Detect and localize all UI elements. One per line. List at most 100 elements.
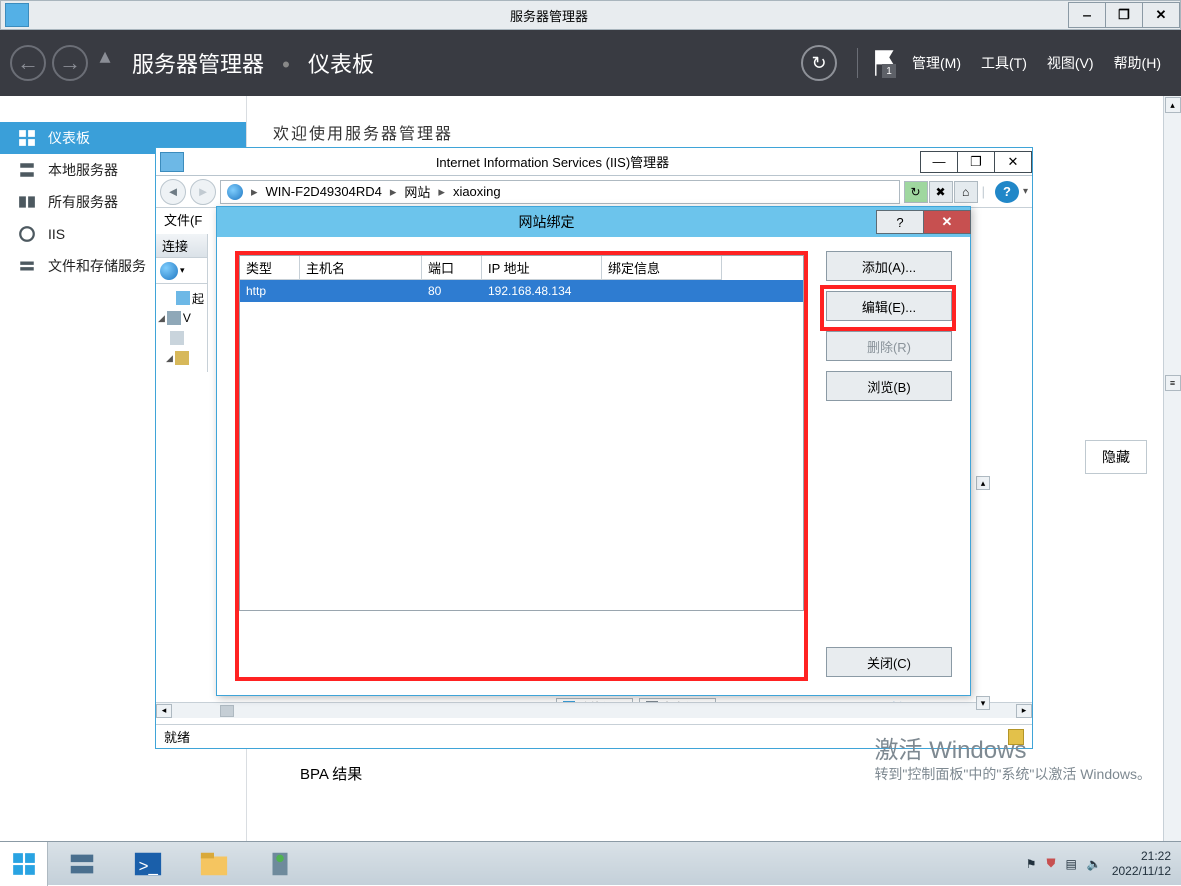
scroll-down-icon[interactable]: ▾ [976,696,990,710]
notifications-flag-icon[interactable]: 1 [868,46,902,80]
refresh-icon[interactable]: ↻ [904,181,928,203]
app-pools-icon [170,331,184,345]
start-button[interactable] [0,842,48,886]
cell-port: 80 [422,280,482,302]
connections-panel-title: 连接 [156,234,207,258]
tray-volume-icon[interactable]: 🔈 [1087,857,1102,871]
nav-back-button[interactable]: ← [10,45,46,81]
taskbar-explorer-icon[interactable] [182,844,246,884]
menu-manage[interactable]: 管理(M) [912,53,961,73]
cell-host [300,280,422,302]
tray-shield-icon[interactable]: ⛊ [1047,856,1056,871]
path-segment[interactable]: xiaoxing [453,184,501,199]
remove-button[interactable]: 删除(R) [826,331,952,361]
separator [857,48,858,78]
menu-tools[interactable]: 工具(T) [981,53,1027,73]
clock-time: 21:22 [1112,849,1171,863]
dialog-help-button[interactable]: ? [876,210,924,234]
taskbar: >_ ⚑ ⛊ ▤ 🔈 21:22 2022/11/12 [0,841,1181,885]
sidebar-item-label: 文件和存储服务 [48,256,146,276]
iis-back-button[interactable]: ◄ [160,179,186,205]
tree-node[interactable]: 起 [192,290,204,307]
taskbar-server-manager-icon[interactable] [50,844,114,884]
collapse-icon[interactable]: ◢ [166,353,173,364]
taskbar-iis-icon[interactable] [248,844,312,884]
scroll-up-icon[interactable]: ▴ [976,476,990,490]
col-ip[interactable]: IP 地址 [482,256,602,280]
breadcrumb-separator: • [282,52,290,77]
taskbar-powershell-icon[interactable]: >_ [116,844,180,884]
separator: | [982,184,985,199]
breadcrumb-page: 仪表板 [308,52,374,77]
sidebar-item-label: 所有服务器 [48,192,118,212]
scroll-right-icon[interactable]: ▸ [1016,704,1032,718]
iis-close-button[interactable]: ✕ [994,151,1032,173]
cell-type: http [240,280,300,302]
activate-title: 激活 Windows [874,730,1151,765]
tray-flag-icon[interactable]: ⚑ [1026,857,1037,871]
window-minimize-button[interactable]: — [1068,2,1106,28]
bindings-table[interactable]: 类型 主机名 端口 IP 地址 绑定信息 http 80 192.168.48.… [239,255,804,611]
path-segment[interactable]: 网站 [404,182,430,201]
dashboard-icon [18,129,36,147]
site-bindings-dialog: 网站绑定 ? ✕ 类型 主机名 端口 IP 地址 绑定信息 http 80 19… [216,206,971,696]
edit-button[interactable]: 编辑(E)... [826,291,952,321]
iis-forward-button[interactable]: ► [190,179,216,205]
refresh-icon[interactable]: ↻ [801,45,837,81]
activate-subtitle: 转到"控制面板"中的"系统"以激活 Windows。 [874,765,1151,785]
iis-minimize-button[interactable]: — [920,151,958,173]
scroll-left-icon[interactable]: ◂ [156,704,172,718]
sidebar-item-label: 仪表板 [48,128,90,148]
window-maximize-button[interactable]: ❐ [1105,2,1143,28]
browse-button[interactable]: 浏览(B) [826,371,952,401]
globe-icon[interactable] [160,262,178,280]
start-page-icon [176,291,190,305]
bpa-label: BPA 结果 [300,763,362,784]
iis-window-title: Internet Information Services (IIS)管理器 [184,152,921,171]
menu-view[interactable]: 视图(V) [1047,53,1094,73]
scroll-up-icon[interactable]: ▴ [1165,97,1181,113]
iis-app-icon [160,152,184,172]
dropdown-arrow-icon[interactable]: ▾ [180,265,185,276]
col-port[interactable]: 端口 [422,256,482,280]
server-node-icon [167,311,181,325]
iis-icon [18,225,36,243]
connections-tree[interactable]: 起 ◢ V ◢ [156,284,207,372]
breadcrumb-root[interactable]: 服务器管理器 [132,52,264,77]
nav-up-button[interactable]: ▴ [94,45,116,67]
tray-clock[interactable]: 21:22 2022/11/12 [1112,849,1171,878]
dropdown-arrow-icon[interactable]: ▾ [1023,186,1028,197]
col-info[interactable]: 绑定信息 [602,256,722,280]
col-type[interactable]: 类型 [240,256,300,280]
collapse-icon[interactable]: ◢ [158,313,165,324]
notifications-badge: 1 [882,64,896,78]
scrollbar-vertical[interactable]: ▴ ≡ [1163,96,1181,841]
nav-forward-button[interactable]: → [52,45,88,81]
window-close-button[interactable]: ✕ [1142,2,1180,28]
table-row[interactable]: http 80 192.168.48.134 [240,280,803,302]
chevron-right-icon: ▸ [251,184,258,200]
hide-button[interactable]: 隐藏 [1085,440,1147,474]
close-button[interactable]: 关闭(C) [826,647,952,677]
welcome-heading: 欢迎使用服务器管理器 [247,96,1181,144]
help-icon[interactable]: ? [995,181,1019,203]
stop-icon[interactable]: ✖ [929,181,953,203]
address-bar[interactable]: ▸ WIN-F2D49304RD4 ▸ 网站 ▸ xiaoxing [220,180,900,204]
home-icon[interactable]: ⌂ [954,181,978,203]
path-segment[interactable]: WIN-F2D49304RD4 [266,184,382,199]
table-header: 类型 主机名 端口 IP 地址 绑定信息 [240,256,803,280]
dialog-titlebar: 网站绑定 ? ✕ [217,207,970,237]
globe-icon [227,184,243,200]
scroll-thumb[interactable] [220,705,234,717]
sidebar-item-label: IIS [48,226,65,242]
tray-network-icon[interactable]: ▤ [1066,857,1077,871]
dialog-close-button[interactable]: ✕ [923,210,971,234]
scrollbar-horizontal[interactable]: ◂ ▸ [156,702,1032,718]
chevron-right-icon: ▸ [390,184,397,200]
tree-node[interactable]: V [183,311,191,325]
col-host[interactable]: 主机名 [300,256,422,280]
add-button[interactable]: 添加(A)... [826,251,952,281]
servers-icon [18,193,36,211]
iis-maximize-button[interactable]: ❐ [957,151,995,173]
menu-help[interactable]: 帮助(H) [1114,53,1161,73]
